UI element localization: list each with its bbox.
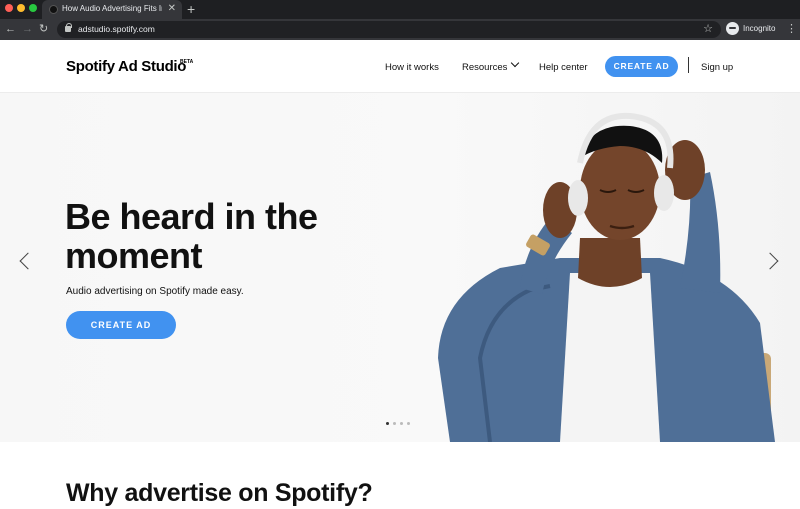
tab-title: How Audio Advertising Fits Into xyxy=(62,4,162,13)
carousel-dot[interactable] xyxy=(400,422,403,425)
nav-divider xyxy=(688,57,689,73)
arrow-left-icon[interactable] xyxy=(19,252,37,270)
nav-help-center[interactable]: Help center xyxy=(539,62,588,73)
lock-icon[interactable] xyxy=(65,23,72,32)
spotify-favicon-icon xyxy=(49,5,58,14)
hero-carousel: Be heard in the moment Audio advertising… xyxy=(0,93,800,442)
forward-icon[interactable]: → xyxy=(22,22,33,36)
incognito-icon[interactable] xyxy=(726,22,739,35)
hero-create-ad-button[interactable]: CREATE AD xyxy=(66,311,176,339)
window-zoom-button[interactable] xyxy=(29,4,37,12)
star-icon[interactable]: ☆ xyxy=(703,22,713,36)
hero-subheadline: Audio advertising on Spotify made easy. xyxy=(66,286,244,297)
carousel-dot[interactable] xyxy=(407,422,410,425)
menu-dots-icon[interactable]: ⋮ xyxy=(786,22,797,36)
tab-close-icon[interactable]: ✕ xyxy=(168,2,176,16)
browser-tab[interactable]: How Audio Advertising Fits Into ✕ xyxy=(42,0,182,19)
carousel-dot[interactable] xyxy=(393,422,396,425)
hero-photo-man-with-headphones xyxy=(438,112,775,442)
nav-how-it-works[interactable]: How it works xyxy=(385,62,439,73)
beta-badge: BETA xyxy=(180,59,194,65)
browser-toolbar: ← → ↻ adstudio.spotify.com ☆ Incognito ⋮ xyxy=(0,19,800,40)
incognito-label[interactable]: Incognito xyxy=(743,24,775,33)
nav-resources[interactable]: Resources xyxy=(462,62,507,73)
nav-sign-up[interactable]: Sign up xyxy=(701,62,733,73)
chevron-down-icon[interactable] xyxy=(510,58,520,68)
back-icon[interactable]: ← xyxy=(5,22,16,36)
browser-tab-bar: How Audio Advertising Fits Into ✕ + xyxy=(0,0,800,19)
window-minimize-button[interactable] xyxy=(17,4,25,12)
window-close-button[interactable] xyxy=(5,4,13,12)
new-tab-button[interactable]: + xyxy=(187,1,195,17)
reload-icon[interactable]: ↻ xyxy=(39,22,48,36)
spotify-ad-studio-logo[interactable]: Spotify Ad Studio xyxy=(66,58,186,75)
site-header: Spotify Ad Studio BETA How it works Reso… xyxy=(0,40,800,93)
address-bar[interactable]: adstudio.spotify.com ☆ xyxy=(57,21,721,38)
url-text[interactable]: adstudio.spotify.com xyxy=(78,24,155,34)
carousel-dots xyxy=(386,422,410,425)
header-create-ad-button[interactable]: CREATE AD xyxy=(605,56,678,77)
why-advertise-heading: Why advertise on Spotify? xyxy=(66,479,373,507)
hero-headline: Be heard in the moment xyxy=(65,196,318,276)
carousel-dot[interactable] xyxy=(386,422,389,425)
